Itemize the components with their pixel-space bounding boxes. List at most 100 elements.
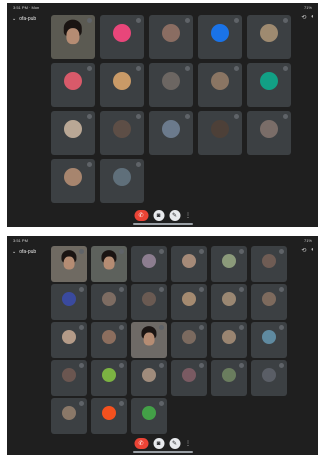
participant-tile[interactable] [211, 284, 247, 320]
participant-tile[interactable] [91, 360, 127, 396]
participant-tile[interactable] [247, 15, 291, 59]
participant-tile[interactable] [198, 63, 242, 107]
chevron-down-icon[interactable]: ⌄ [12, 249, 16, 255]
participant-tile[interactable] [91, 398, 127, 434]
avatar [262, 292, 276, 307]
avatar [182, 292, 196, 307]
participant-tile[interactable] [51, 398, 87, 434]
participant-tile[interactable] [91, 322, 127, 358]
chevron-down-icon[interactable]: ⌄ [12, 16, 16, 22]
avatar [260, 24, 278, 43]
more-options-button[interactable]: ⋮ [185, 210, 191, 221]
avatar [262, 254, 276, 269]
end-call-button[interactable]: ✆ [134, 438, 148, 449]
participant-tile[interactable] [171, 322, 207, 358]
status-bar: 3:51 PM · Mon 71% [13, 5, 312, 12]
avatar [102, 368, 116, 383]
avatar [102, 292, 116, 307]
participant-tile[interactable] [171, 246, 207, 282]
participant-tile[interactable] [100, 15, 144, 59]
participant-tile[interactable] [51, 284, 87, 320]
mic-off-icon [279, 325, 284, 330]
more-options-button[interactable]: ⋮ [185, 438, 191, 449]
mic-off-icon [136, 66, 141, 71]
avatar [260, 120, 278, 139]
participant-tile[interactable] [211, 360, 247, 396]
mic-off-icon [199, 363, 204, 368]
mic-off-icon [159, 325, 164, 330]
participant-tile[interactable] [131, 360, 167, 396]
mic-off-icon [234, 114, 239, 119]
avatar [113, 72, 131, 91]
participant-tile[interactable] [247, 63, 291, 107]
mic-off-icon [119, 325, 124, 330]
participant-tile[interactable] [149, 111, 193, 155]
mic-off-icon [185, 66, 190, 71]
participant-tile[interactable] [211, 246, 247, 282]
participant-tile[interactable] [171, 284, 207, 320]
participant-tile[interactable] [251, 246, 287, 282]
participant-tile[interactable] [51, 322, 87, 358]
avatar [260, 72, 278, 91]
participant-tile[interactable] [251, 284, 287, 320]
end-call-button[interactable]: ✆ [134, 210, 148, 221]
status-battery: 71% [303, 238, 312, 243]
participant-tile[interactable] [251, 322, 287, 358]
rotate-camera-icon[interactable]: ⟲ [301, 14, 306, 21]
participant-tile[interactable] [51, 360, 87, 396]
avatar [182, 254, 196, 269]
participant-tile[interactable] [100, 63, 144, 107]
mic-off-icon [79, 249, 84, 254]
participant-tile[interactable] [198, 111, 242, 155]
meeting-screen-1: 3:51 PM · Mon 71% ⌄ ofa-pub ⟲ ◖ ✆ ◙ ✎ ⋮ [7, 3, 318, 227]
participant-tile[interactable] [100, 111, 144, 155]
participant-tile[interactable] [131, 284, 167, 320]
status-battery: 71% [303, 5, 312, 10]
call-end-icon: ✆ [138, 213, 144, 219]
meeting-code[interactable]: ofa-pub [19, 16, 36, 22]
participant-tile[interactable] [51, 246, 87, 282]
mic-off-icon [136, 162, 141, 167]
participant-tile[interactable] [51, 63, 95, 107]
mic-off-icon [199, 287, 204, 292]
participant-tile[interactable] [91, 246, 127, 282]
participant-tile[interactable] [149, 15, 193, 59]
participant-tile[interactable] [149, 63, 193, 107]
participant-tile[interactable] [51, 159, 95, 203]
call-end-icon: ✆ [138, 441, 144, 447]
participant-tile[interactable] [251, 360, 287, 396]
rotate-camera-icon[interactable]: ⟲ [301, 247, 306, 254]
status-bar: 3:51 PM 71% [13, 238, 312, 245]
camera-toggle-button[interactable]: ◙ [153, 210, 164, 221]
participant-tile[interactable] [131, 398, 167, 434]
meeting-code[interactable]: ofa-pub [19, 249, 36, 255]
participant-tile[interactable] [211, 322, 247, 358]
call-controls: ✆ ◙ ✎ ⋮ [134, 210, 191, 221]
avatar [211, 120, 229, 139]
call-controls: ✆ ◙ ✎ ⋮ [134, 438, 191, 449]
mic-off-icon [239, 325, 244, 330]
participant-tile[interactable] [171, 360, 207, 396]
mic-off-icon [159, 287, 164, 292]
meeting-header: ⌄ ofa-pub [12, 13, 36, 25]
participant-tile[interactable] [100, 159, 144, 203]
meeting-header: ⌄ ofa-pub [12, 246, 36, 258]
mic-off-icon [87, 162, 92, 167]
participant-tile[interactable] [91, 284, 127, 320]
participant-tile[interactable] [198, 15, 242, 59]
camera-toggle-button[interactable]: ◙ [153, 438, 164, 449]
audio-output-icon[interactable]: ◖ [310, 14, 314, 21]
mic-toggle-button[interactable]: ✎ [169, 438, 180, 449]
participant-tile[interactable] [131, 322, 167, 358]
avatar [182, 330, 196, 345]
avatar [222, 330, 236, 345]
participant-tile[interactable] [247, 111, 291, 155]
participant-tile[interactable] [131, 246, 167, 282]
avatar [222, 292, 236, 307]
participant-tile[interactable] [51, 15, 95, 59]
mic-toggle-button[interactable]: ✎ [169, 210, 180, 221]
audio-output-icon[interactable]: ◖ [310, 247, 314, 254]
mic-off-icon [119, 249, 124, 254]
header-actions: ⟲ ◖ [301, 247, 314, 254]
participant-tile[interactable] [51, 111, 95, 155]
